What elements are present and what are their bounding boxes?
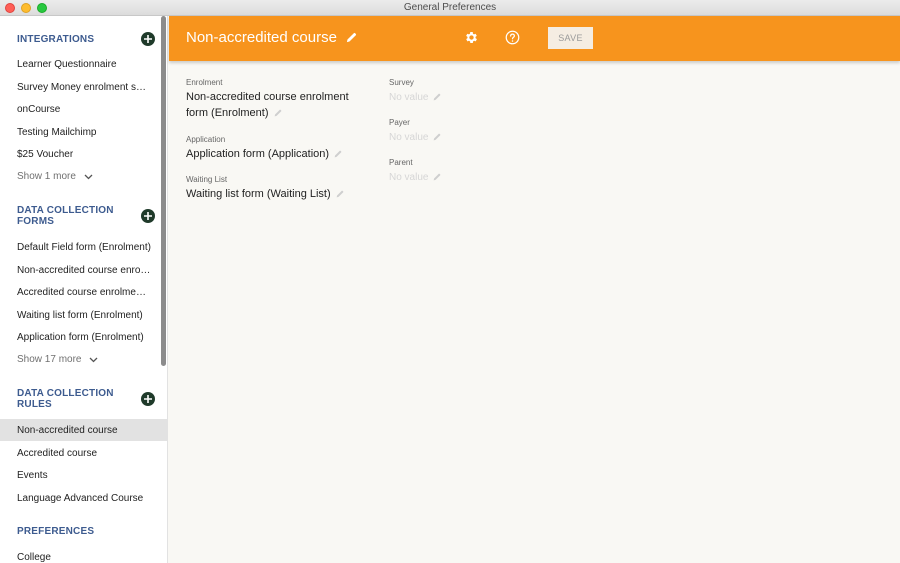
preferences-heading: PREFERENCES: [17, 526, 95, 537]
show-more-integrations[interactable]: Show 1 more: [17, 171, 93, 182]
sidebar-item-form[interactable]: Waiting list form (Enrolment): [0, 304, 167, 326]
sidebar-item-integration[interactable]: onCourse: [0, 98, 167, 120]
plus-icon: [144, 35, 152, 43]
sidebar-item-rule[interactable]: Events: [0, 464, 167, 486]
enrolment-label: Enrolment: [186, 78, 223, 87]
minimize-window-button[interactable]: [21, 3, 31, 13]
application-value: Application form (Application): [186, 148, 330, 160]
payer-field[interactable]: No value: [389, 132, 441, 143]
edit-pencil-icon[interactable]: [336, 190, 344, 198]
add-form-button[interactable]: [141, 209, 155, 223]
sidebar-item-form[interactable]: Default Field form (Enrolment): [0, 236, 167, 258]
sidebar-item-preference[interactable]: College: [0, 546, 167, 563]
forms-heading: DATA COLLECTION FORMS: [17, 205, 114, 227]
settings-gear-icon[interactable]: [464, 30, 479, 45]
parent-label: Parent: [389, 158, 413, 167]
waiting-list-field[interactable]: Waiting list form (Waiting List): [186, 186, 376, 202]
survey-value: No value: [389, 92, 429, 103]
rules-heading: DATA COLLECTION RULES: [17, 388, 114, 410]
sidebar-item-integration[interactable]: $25 Voucher: [0, 143, 167, 165]
zoom-window-button[interactable]: [37, 3, 47, 13]
edit-pencil-icon[interactable]: [274, 109, 282, 117]
application-field[interactable]: Application form (Application): [186, 146, 376, 162]
plus-icon: [144, 212, 152, 220]
chevron-down-icon: [90, 357, 98, 362]
sidebar-item-rule[interactable]: Accredited course: [0, 442, 167, 464]
chevron-down-icon: [84, 174, 93, 179]
sidebar-item-form[interactable]: Accredited course enrolment form (Enrolm…: [0, 281, 167, 303]
sidebar-item-form[interactable]: Application form (Enrolment): [0, 326, 167, 348]
save-button[interactable]: SAVE: [548, 27, 593, 49]
enrolment-field[interactable]: Non-accredited course enrolment form (En…: [186, 89, 366, 121]
sidebar-item-rule[interactable]: Language Advanced Course: [0, 487, 167, 509]
show-more-forms[interactable]: Show 17 more: [17, 354, 98, 365]
integrations-heading: INTEGRATIONS: [17, 34, 95, 45]
page-title: Non-accredited course: [186, 29, 337, 46]
edit-pencil-icon[interactable]: [346, 32, 357, 43]
edit-pencil-icon[interactable]: [334, 150, 342, 158]
application-label: Application: [186, 135, 226, 144]
enrolment-value: Non-accredited course enrolment form (En…: [186, 91, 349, 119]
help-icon[interactable]: [505, 30, 520, 45]
survey-label: Survey: [389, 78, 414, 87]
edit-pencil-icon[interactable]: [433, 93, 441, 101]
edit-pencil-icon[interactable]: [433, 173, 441, 181]
add-integration-button[interactable]: [141, 32, 155, 46]
parent-field[interactable]: No value: [389, 172, 441, 183]
waiting-list-value: Waiting list form (Waiting List): [186, 188, 331, 200]
parent-value: No value: [389, 172, 429, 183]
sidebar-item-rule[interactable]: Non-accredited course: [0, 419, 167, 441]
edit-pencil-icon[interactable]: [433, 133, 441, 141]
window-title: General Preferences: [403, 2, 497, 13]
sidebar-item-integration[interactable]: Survey Money enrolment survey: [0, 76, 167, 98]
sidebar-item-integration[interactable]: Testing Mailchimp: [0, 121, 167, 143]
page-header: Non-accredited course SAVE: [169, 16, 900, 61]
survey-field[interactable]: No value: [389, 92, 441, 103]
sidebar: INTEGRATIONS Learner Questionnaire Surve…: [0, 16, 168, 563]
waiting-list-label: Waiting List: [186, 175, 228, 184]
window-controls: [5, 3, 47, 13]
window-titlebar: General Preferences: [0, 0, 900, 16]
payer-value: No value: [389, 132, 429, 143]
payer-label: Payer: [389, 118, 410, 127]
add-rule-button[interactable]: [141, 392, 155, 406]
sidebar-item-integration[interactable]: Learner Questionnaire: [0, 53, 167, 75]
close-window-button[interactable]: [5, 3, 15, 13]
sidebar-item-form[interactable]: Non-accredited course enrolment form (En…: [0, 259, 167, 281]
plus-icon: [144, 395, 152, 403]
